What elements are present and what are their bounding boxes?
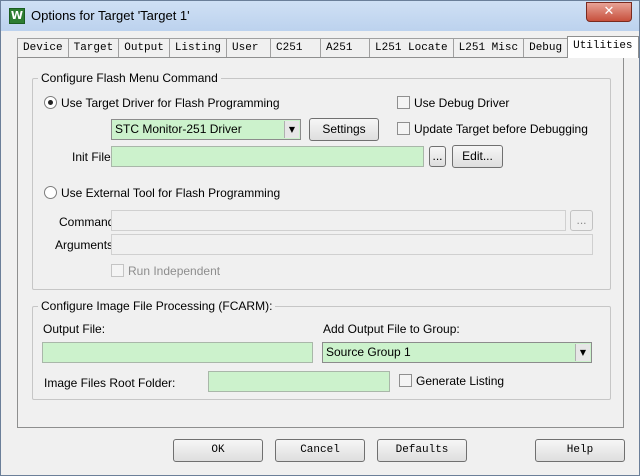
utilities-panel: Configure Flash Menu Command Use Target …: [17, 57, 624, 428]
defaults-button[interactable]: Defaults: [377, 439, 467, 462]
output-group-value: Source Group 1: [326, 345, 411, 359]
use-debug-driver-checkbox[interactable]: [397, 96, 410, 109]
image-file-group: Configure Image File Processing (FCARM):…: [32, 299, 611, 400]
cancel-button[interactable]: Cancel: [275, 439, 365, 462]
command-browse-button[interactable]: ...: [570, 210, 593, 231]
command-field[interactable]: [111, 210, 566, 231]
tab-strip: Device Target Output Listing User C251 A…: [17, 36, 639, 58]
close-button[interactable]: ✕: [586, 2, 632, 22]
root-folder-field[interactable]: [208, 371, 390, 392]
tab-a251[interactable]: A251: [320, 38, 371, 58]
use-target-driver-radio[interactable]: [44, 96, 57, 109]
root-folder-label: Image Files Root Folder:: [44, 376, 176, 390]
arguments-label: Arguments:: [55, 238, 117, 252]
run-independent-label: Run Independent: [128, 264, 221, 278]
tab-debug[interactable]: Debug: [523, 38, 569, 58]
tab-l251-misc[interactable]: L251 Misc: [452, 38, 525, 58]
init-file-browse-button[interactable]: ...: [429, 146, 446, 167]
init-file-label: Init File:: [72, 150, 115, 164]
help-button[interactable]: Help: [535, 439, 625, 462]
image-group-label: Configure Image File Processing (FCARM):: [38, 299, 276, 313]
tab-utilities[interactable]: Utilities: [567, 36, 639, 58]
tab-output[interactable]: Output: [118, 38, 170, 58]
tab-c251[interactable]: C251: [270, 38, 322, 58]
run-independent-checkbox[interactable]: [111, 264, 124, 277]
use-target-driver-label: Use Target Driver for Flash Programming: [61, 96, 280, 110]
output-file-field[interactable]: [42, 342, 313, 363]
uvision-app-icon: W: [9, 8, 25, 24]
arguments-field[interactable]: [111, 234, 593, 255]
flash-group-label: Configure Flash Menu Command: [38, 71, 221, 85]
add-output-group-label: Add Output File to Group:: [323, 322, 460, 336]
title-bar[interactable]: W Options for Target 'Target 1' ✕: [1, 1, 639, 31]
flash-driver-select[interactable]: STC Monitor-251 Driver ▼: [111, 119, 301, 140]
update-target-checkbox[interactable]: [397, 122, 410, 135]
output-file-label: Output File:: [43, 322, 106, 336]
use-external-tool-label: Use External Tool for Flash Programming: [61, 186, 281, 200]
tab-target[interactable]: Target: [67, 38, 120, 58]
init-file-field[interactable]: [111, 146, 424, 167]
chevron-down-icon: ▼: [284, 121, 299, 138]
generate-listing-label: Generate Listing: [416, 374, 505, 388]
generate-listing-checkbox[interactable]: [399, 374, 412, 387]
use-debug-driver-label: Use Debug Driver: [414, 96, 510, 110]
tab-listing[interactable]: Listing: [168, 38, 228, 58]
flash-menu-group: Configure Flash Menu Command Use Target …: [32, 71, 611, 290]
update-target-label: Update Target before Debugging: [414, 122, 588, 136]
output-group-select[interactable]: Source Group 1 ▼: [322, 342, 592, 363]
tab-device[interactable]: Device: [17, 38, 69, 58]
flash-driver-value: STC Monitor-251 Driver: [115, 122, 242, 136]
settings-button[interactable]: Settings: [309, 118, 379, 141]
chevron-down-icon: ▼: [575, 344, 590, 361]
tab-l251-locate[interactable]: L251 Locate: [369, 38, 454, 58]
options-dialog: W Options for Target 'Target 1' ✕ Device…: [0, 0, 640, 476]
ok-button[interactable]: OK: [173, 439, 263, 462]
window-title: Options for Target 'Target 1': [31, 8, 190, 23]
edit-button[interactable]: Edit...: [452, 145, 503, 168]
use-external-tool-radio[interactable]: [44, 186, 57, 199]
command-label: Command:: [59, 215, 118, 229]
tab-user[interactable]: User: [226, 38, 272, 58]
